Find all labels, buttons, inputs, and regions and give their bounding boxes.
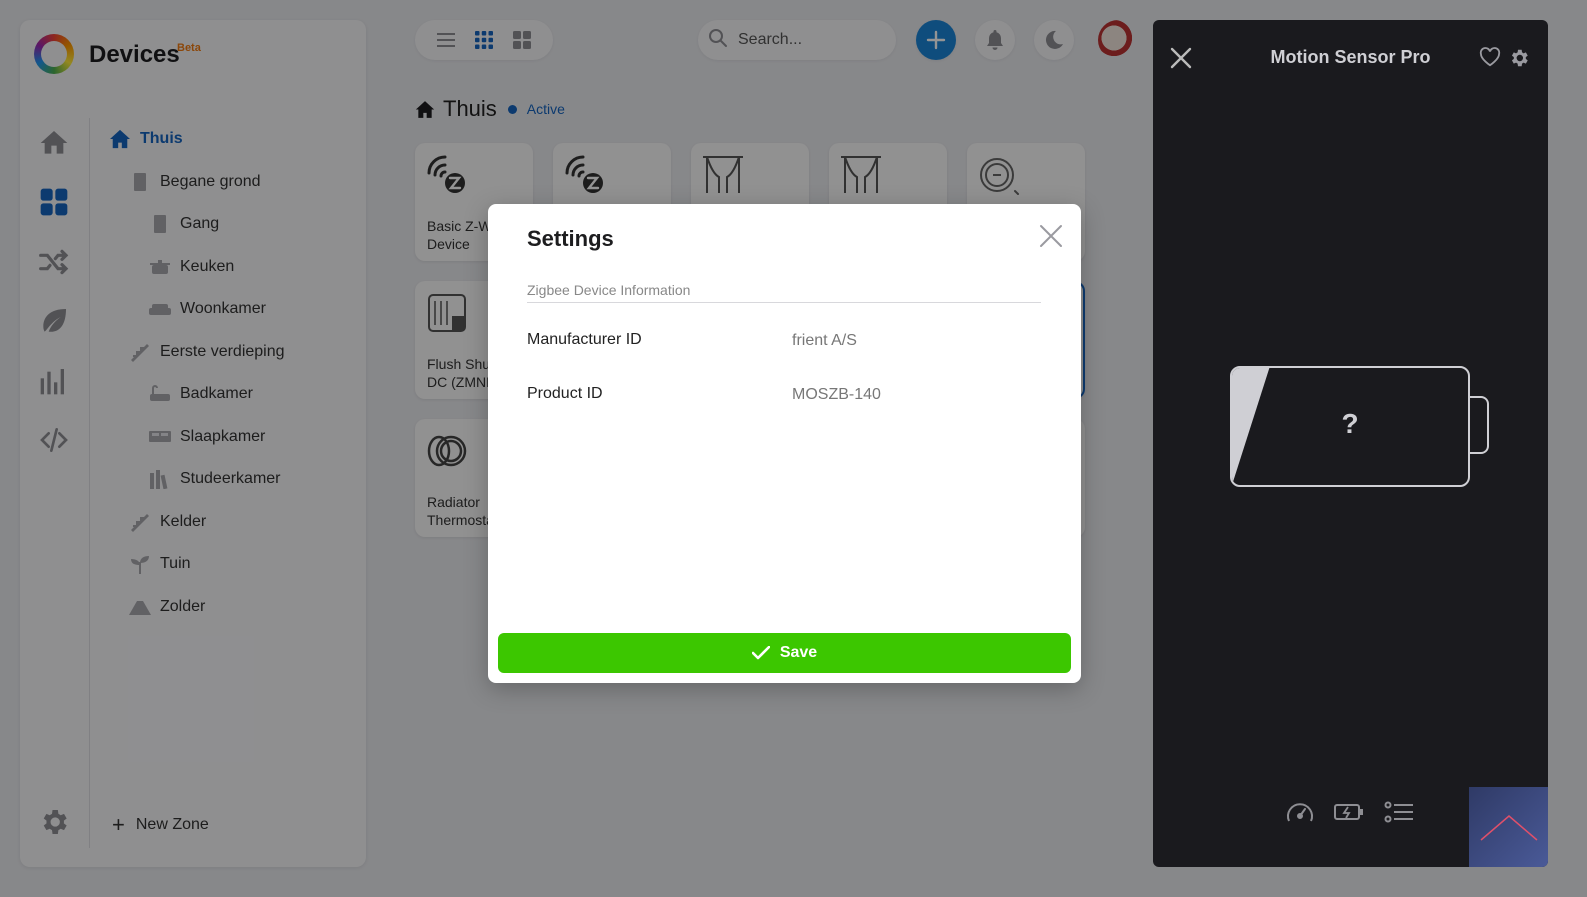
settings-list-icon[interactable] [1383,798,1415,826]
battery-tip [1470,396,1489,454]
product-id-label: Product ID [527,385,603,402]
save-button-label: Save [779,644,818,661]
section-heading: Zigbee Device Information [527,282,691,298]
save-button[interactable]: Save [498,633,1071,673]
battery-icon[interactable] [1333,798,1365,826]
close-icon[interactable] [1039,224,1063,248]
modal-title: Settings [527,226,614,251]
speedometer-icon[interactable] [1284,798,1316,826]
gear-icon[interactable] [1508,47,1530,69]
device-panel: Motion Sensor Pro ? [1153,20,1548,867]
scroll-top-button[interactable] [1469,787,1548,867]
manufacturer-id-value: frient A/S [792,332,857,349]
section-divider [527,302,1041,303]
manufacturer-id-label: Manufacturer ID [527,331,642,348]
chevron-up-icon [1480,815,1537,841]
check-icon [751,646,770,660]
settings-modal: Settings Zigbee Device Information Manuf… [488,204,1081,683]
battery-value: ? [1341,408,1359,439]
heart-icon[interactable] [1479,47,1501,67]
product-id-value: MOSZB-140 [792,386,881,403]
